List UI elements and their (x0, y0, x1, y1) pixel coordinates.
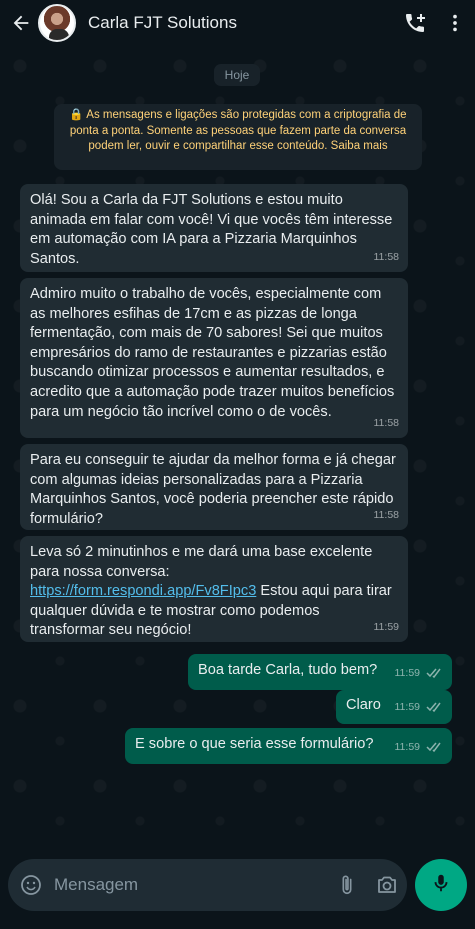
message-time: 11:58 (373, 417, 400, 430)
more-vert-icon[interactable] (435, 0, 475, 46)
message-incoming[interactable]: Para eu conseguir te ajudar da melhor fo… (20, 444, 408, 530)
contact-name[interactable]: Carla FJT Solutions (88, 13, 395, 33)
message-text: Boa tarde Carla, tudo bem? (198, 662, 378, 678)
back-arrow-icon[interactable] (4, 0, 38, 46)
sticker-icon[interactable] (8, 859, 54, 911)
message-time: 11:59 (394, 741, 421, 754)
message-time: 11:59 (394, 667, 421, 680)
attach-icon[interactable] (327, 859, 367, 911)
message-incoming[interactable]: Olá! Sou a Carla da FJT Solutions e esto… (20, 184, 408, 272)
message-outgoing[interactable]: Boa tarde Carla, tudo bem? 11:59 (188, 654, 452, 690)
avatar[interactable] (38, 4, 76, 42)
message-incoming[interactable]: Leva só 2 minutinhos e me dará uma base … (20, 536, 408, 642)
date-label: Hoje (214, 64, 260, 86)
form-link[interactable]: https://form.respondi.app/Fv8FIpc3 (30, 583, 256, 599)
composer-bar: Mensagem (0, 859, 475, 929)
mic-icon (430, 872, 452, 899)
message-time: 11:58 (373, 509, 400, 522)
read-ticks-icon (426, 740, 444, 760)
message-placeholder: Mensagem (54, 875, 139, 894)
message-text: E sobre o que seria esse formulário? (135, 736, 374, 752)
read-ticks-icon (426, 700, 444, 720)
add-call-icon[interactable] (395, 0, 435, 46)
message-text-before: Leva só 2 minutinhos e me dará uma base … (30, 544, 373, 580)
mic-button[interactable] (415, 859, 467, 911)
message-text: Admiro muito o trabalho de vocês, especi… (30, 286, 395, 420)
message-text: Para eu conseguir te ajudar da melhor fo… (30, 452, 396, 527)
message-time: 11:59 (394, 701, 421, 714)
message-time: 11:58 (373, 251, 400, 264)
message-input[interactable]: Mensagem (8, 859, 407, 911)
message-text: Claro (346, 697, 381, 713)
encryption-notice[interactable]: 🔒 As mensagens e ligações são protegidas… (54, 104, 422, 170)
chat-area[interactable]: Hoje 🔒 As mensagens e ligações são prote… (0, 46, 475, 859)
read-ticks-icon (426, 666, 444, 686)
chat-header: Carla FJT Solutions (0, 0, 475, 46)
message-time: 11:59 (373, 621, 400, 634)
message-outgoing[interactable]: E sobre o que seria esse formulário? 11:… (125, 728, 452, 764)
message-outgoing[interactable]: Claro 11:59 (336, 690, 452, 724)
message-incoming[interactable]: Admiro muito o trabalho de vocês, especi… (20, 278, 408, 438)
camera-icon[interactable] (367, 859, 407, 911)
message-text: Olá! Sou a Carla da FJT Solutions e esto… (30, 192, 393, 267)
